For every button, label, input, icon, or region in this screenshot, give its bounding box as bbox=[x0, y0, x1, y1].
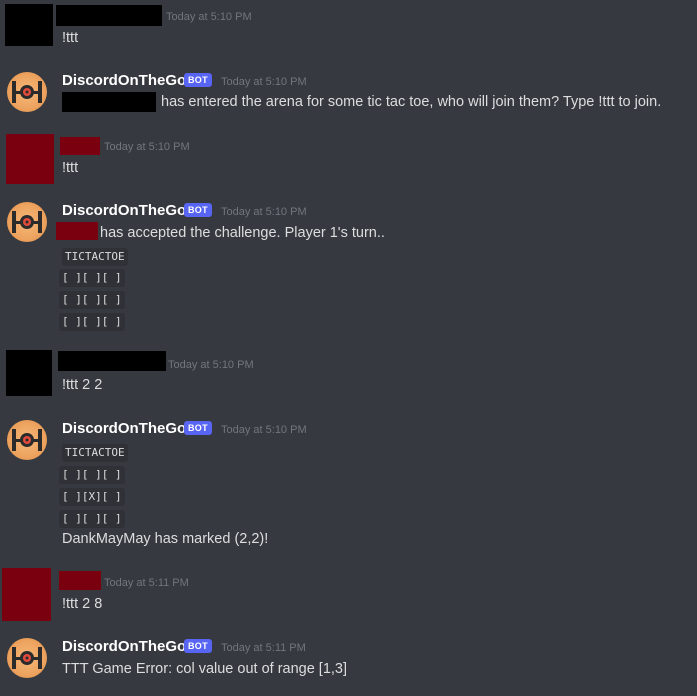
message-timestamp: Today at 5:11 PM bbox=[104, 577, 189, 589]
message-text: TTT Game Error: col value out of range [… bbox=[62, 661, 348, 677]
message-timestamp: Today at 5:10 PM bbox=[221, 424, 307, 436]
bot-username[interactable]: DiscordOnTheGo bbox=[62, 202, 186, 220]
message-text: !ttt bbox=[62, 160, 79, 176]
mention-redacted[interactable] bbox=[62, 92, 156, 112]
board-row-1: [ ][ ][ ] bbox=[59, 269, 125, 287]
bot-username[interactable]: DiscordOnTheGo bbox=[62, 638, 186, 656]
chat-messages: Today at 5:10 PM !ttt DiscordOnTheGo BOT… bbox=[0, 0, 697, 696]
message-timestamp: Today at 5:10 PM bbox=[168, 359, 254, 371]
bot-tag: BOT bbox=[184, 73, 212, 87]
message-text: !ttt bbox=[62, 30, 79, 46]
board-row-3: [ ][ ][ ] bbox=[59, 313, 125, 331]
username-redacted[interactable] bbox=[58, 351, 166, 371]
bot-avatar[interactable] bbox=[7, 72, 47, 112]
bot-username[interactable]: DiscordOnTheGo bbox=[62, 72, 186, 90]
tie-fighter-icon bbox=[12, 647, 42, 669]
message-timestamp: Today at 5:10 PM bbox=[104, 141, 190, 153]
username-redacted[interactable] bbox=[60, 137, 100, 155]
message-text: has entered the arena for some tic tac t… bbox=[161, 94, 662, 110]
bot-username[interactable]: DiscordOnTheGo bbox=[62, 420, 186, 438]
board-row-3: [ ][ ][ ] bbox=[59, 510, 125, 528]
bot-tag: BOT bbox=[184, 639, 212, 653]
bot-tag: BOT bbox=[184, 203, 212, 217]
tie-fighter-icon bbox=[12, 81, 42, 103]
message-timestamp: Today at 5:10 PM bbox=[221, 206, 307, 218]
message-text: DankMayMay has marked (2,2)! bbox=[62, 531, 269, 547]
message-timestamp: Today at 5:10 PM bbox=[166, 11, 252, 23]
bot-avatar[interactable] bbox=[7, 638, 47, 678]
message-timestamp: Today at 5:10 PM bbox=[221, 76, 307, 88]
board-row-1: [ ][ ][ ] bbox=[59, 466, 125, 484]
username-redacted[interactable] bbox=[59, 571, 101, 590]
avatar-redacted[interactable] bbox=[6, 350, 52, 396]
bot-avatar[interactable] bbox=[7, 202, 47, 242]
tie-fighter-icon bbox=[12, 211, 42, 233]
bot-tag: BOT bbox=[184, 421, 212, 435]
tie-fighter-icon bbox=[12, 429, 42, 451]
mention-redacted[interactable] bbox=[56, 222, 98, 240]
message-timestamp: Today at 5:11 PM bbox=[221, 642, 306, 654]
username-redacted[interactable] bbox=[56, 5, 162, 26]
message-text: has accepted the challenge. Player 1's t… bbox=[100, 225, 385, 241]
avatar-redacted[interactable] bbox=[6, 134, 54, 184]
bot-avatar[interactable] bbox=[7, 420, 47, 460]
board-row-2: [ ][ ][ ] bbox=[59, 291, 125, 309]
board-title: TICTACTOE bbox=[62, 444, 128, 462]
board-row-2: [ ][X][ ] bbox=[59, 488, 125, 506]
message-text: !ttt 2 2 bbox=[62, 377, 103, 393]
avatar-redacted[interactable] bbox=[5, 4, 53, 46]
board-title: TICTACTOE bbox=[62, 248, 128, 266]
avatar-redacted[interactable] bbox=[2, 568, 51, 621]
message-text: !ttt 2 8 bbox=[62, 596, 103, 612]
